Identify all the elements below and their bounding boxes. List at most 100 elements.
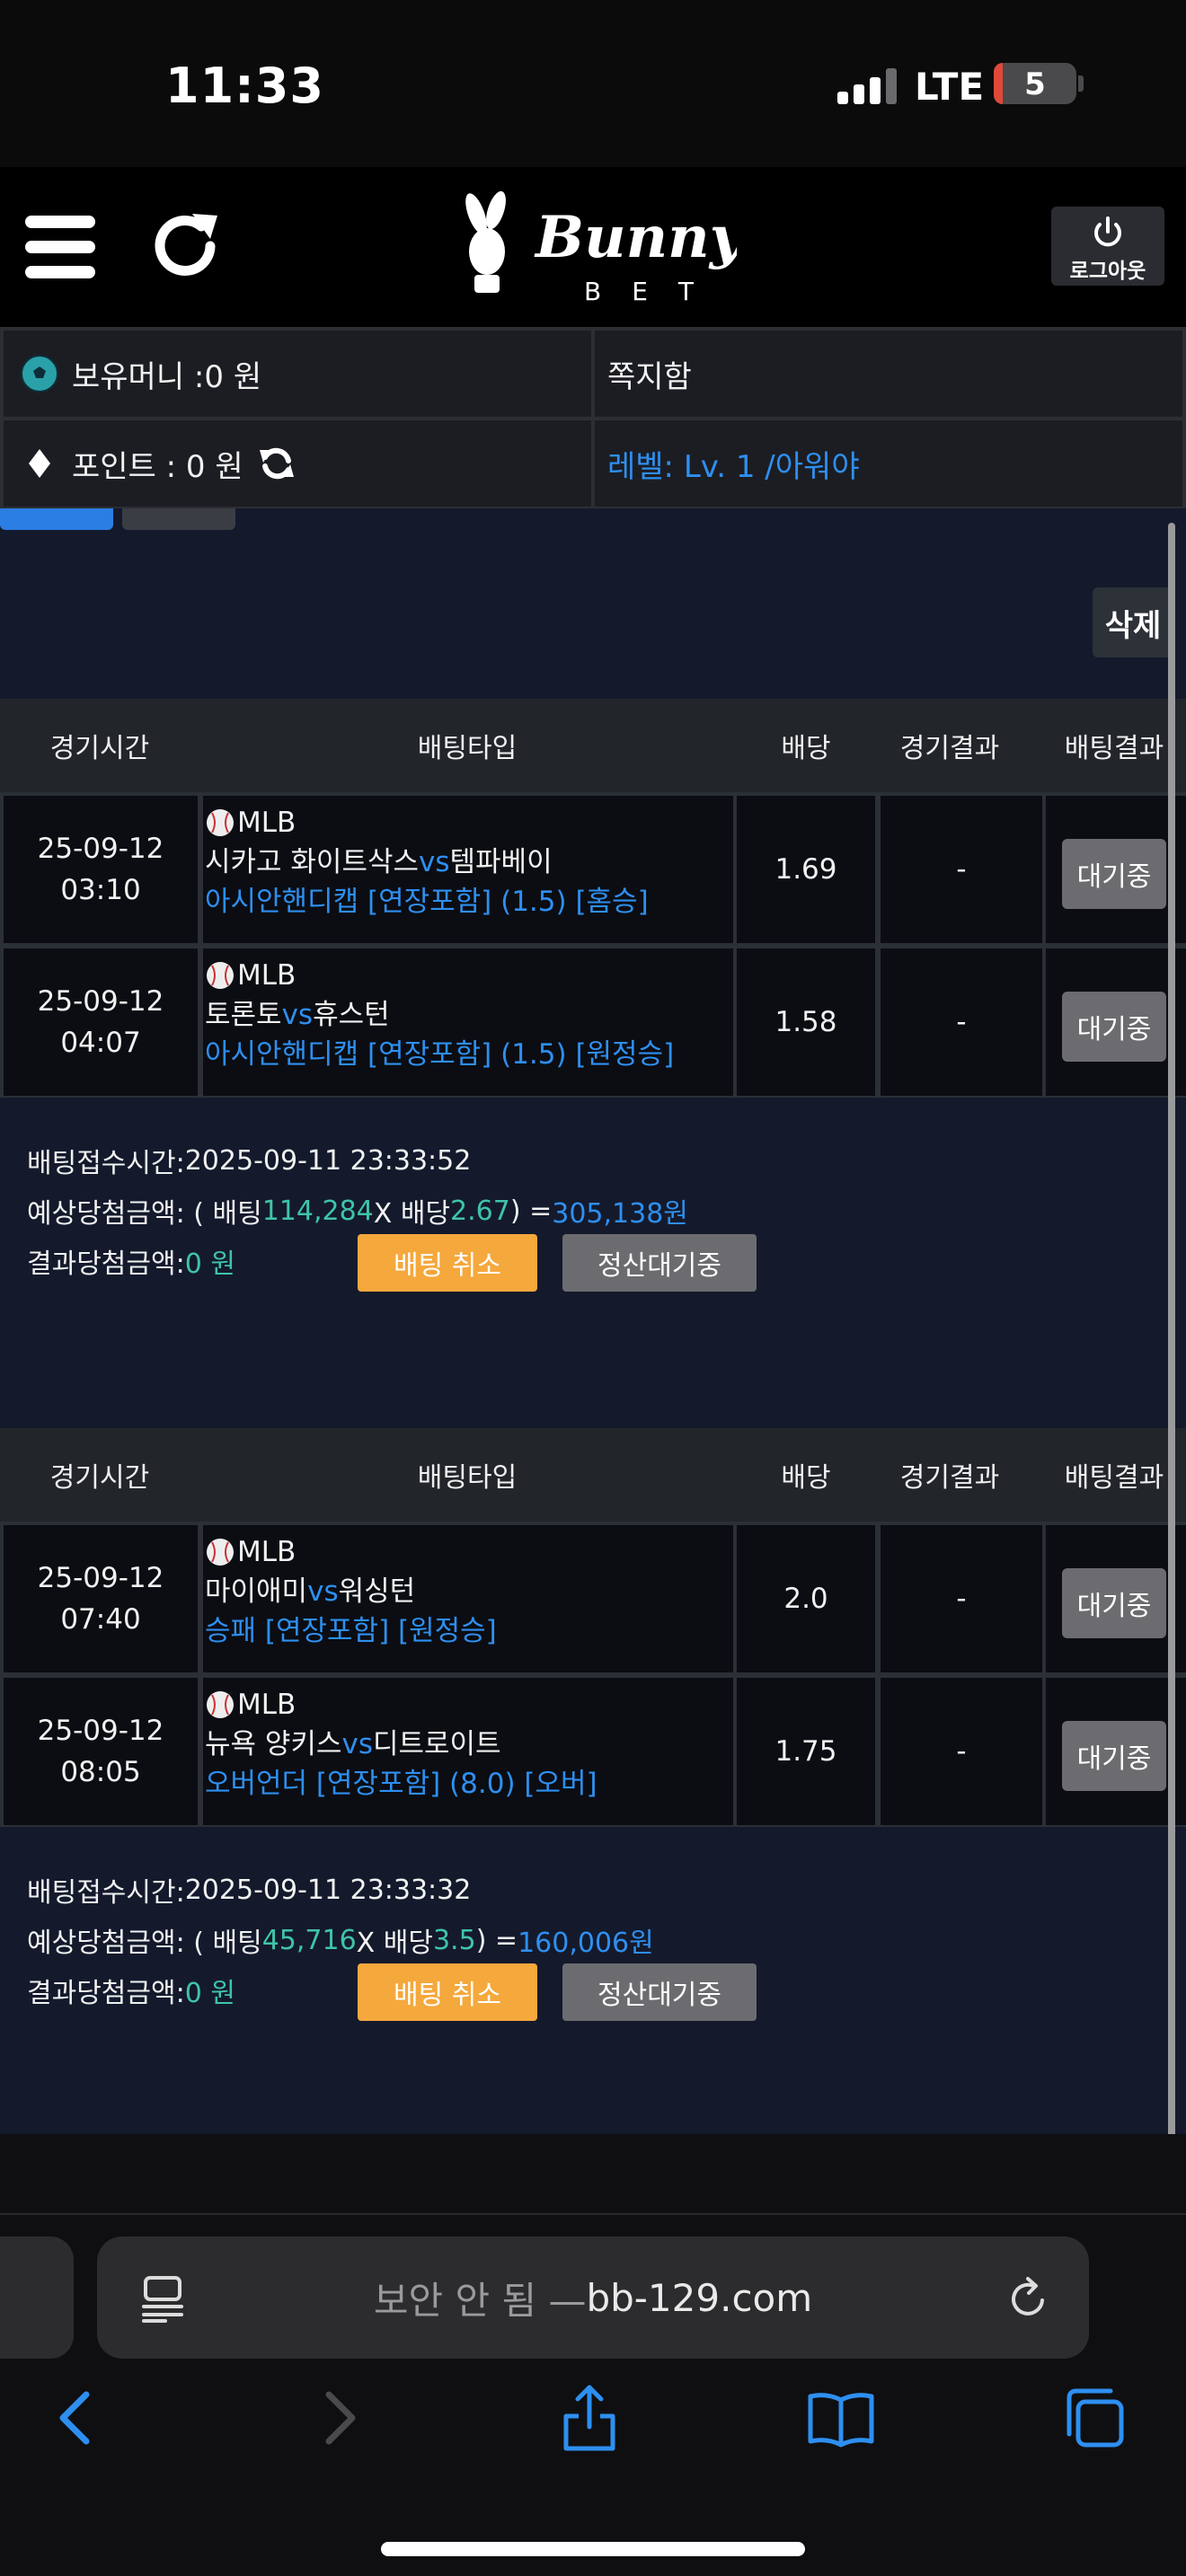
times-label: X 배당 xyxy=(356,1928,433,1959)
home-team: 토론토 xyxy=(205,999,282,1031)
market-label: 오버언더 [연장포함] (8.0) [오버] xyxy=(205,1768,597,1800)
messages-link[interactable]: 쪽지함 xyxy=(607,352,692,396)
baseball-icon xyxy=(207,1691,234,1718)
url-text[interactable]: 보안 안 됨 — bb-129.com xyxy=(97,2236,1089,2359)
site-header: Bunny BET 로그아웃 xyxy=(0,167,1186,327)
expected-label: 예상당첨금액: ( 배팅 xyxy=(27,1198,262,1230)
diamond-icon xyxy=(29,449,50,478)
pending-status-button[interactable]: 대기중 xyxy=(1062,1721,1166,1791)
back-icon[interactable] xyxy=(41,2382,113,2454)
network-type: LTE xyxy=(915,65,985,109)
league-name: MLB xyxy=(237,959,296,992)
col-bet-result: 배팅결과 xyxy=(1064,1462,1164,1494)
expected-payout-line: 예상당첨금액: ( 배팅 114,284 X 배당 2.67 ) = 305,1… xyxy=(27,1186,688,1236)
away-team: 휴스턴 xyxy=(313,999,390,1031)
status-time: 11:33 xyxy=(165,57,324,114)
delete-button[interactable]: 삭제 xyxy=(1093,587,1173,657)
previous-tab-preview[interactable] xyxy=(0,2236,74,2359)
bunny-bet-logo[interactable]: Bunny BET xyxy=(449,187,737,313)
pending-status-button[interactable]: 대기중 xyxy=(1062,839,1166,909)
bet-type-cell: MLB 마이애미vs워싱턴 승패 [연장포함] [원정승] xyxy=(203,1525,733,1672)
col-bet-type: 배팅타입 xyxy=(417,733,518,764)
refresh-icon[interactable] xyxy=(146,207,225,286)
league-name: MLB xyxy=(237,807,296,839)
settlement-pending-button[interactable]: 정산대기중 xyxy=(562,1963,757,2021)
total-odds: 3.5 xyxy=(432,1924,476,1956)
home-team: 뉴욕 양키스 xyxy=(205,1728,342,1760)
messages-cell[interactable]: 쪽지함 xyxy=(595,331,1182,417)
result-amount: 0 원 xyxy=(184,1978,235,2009)
money-cell: 보유머니 :0 원 xyxy=(4,331,591,417)
table-row: 25-09-12 08:05 MLB 뉴욕 양키스vs디트로이트 오버언더 [연… xyxy=(0,1674,1186,1827)
match-result: - xyxy=(881,1525,1042,1672)
vs-label: vs xyxy=(307,1575,339,1608)
tabs-icon[interactable] xyxy=(1058,2382,1130,2454)
result-payout-line: 결과당첨금액: 0 원 xyxy=(27,1236,235,1286)
pending-status-button[interactable]: 대기중 xyxy=(1062,1568,1166,1638)
match-time: 25-09-12 08:05 xyxy=(4,1678,198,1825)
expected-payout-line: 예상당첨금액: ( 배팅 45,716 X 배당 3.5 ) = 160,006… xyxy=(27,1915,654,1965)
bet-type-cell: MLB 시카고 화이트삭스vs템파베이 아시안핸디캡 [연장포함] (1.5) … xyxy=(203,796,733,943)
menu-icon[interactable] xyxy=(25,212,95,282)
expected-payout: 160,006원 xyxy=(518,1928,654,1959)
logout-button[interactable]: 로그아웃 xyxy=(1051,207,1164,286)
baseball-icon xyxy=(207,1539,234,1566)
battery-icon: 5 xyxy=(994,63,1076,104)
vs-label: vs xyxy=(281,999,314,1031)
expected-label: 예상당첨금액: ( 배팅 xyxy=(27,1928,262,1959)
table-header: 경기시간 배팅타입 배당 경기결과 배팅결과 xyxy=(0,1428,1186,1522)
bet-result-cell: 대기중 xyxy=(1046,948,1186,1096)
page-scrollbar[interactable] xyxy=(1168,523,1175,2208)
equals-label: ) = xyxy=(509,1195,553,1227)
col-bet-result: 배팅결과 xyxy=(1064,733,1164,764)
home-indicator[interactable] xyxy=(381,2542,805,2556)
expected-payout: 305,138원 xyxy=(552,1198,688,1230)
total-odds: 2.67 xyxy=(450,1195,510,1227)
result-amount: 0 원 xyxy=(184,1248,235,1280)
odds-value: 1.69 xyxy=(737,796,875,943)
market-label: 승패 [연장포함] [원정승] xyxy=(205,1615,497,1647)
received-label: 배팅접수시간: xyxy=(27,1148,185,1179)
level-cell: 레벨: Lv. 1 /아워야 xyxy=(595,420,1182,507)
table-row: 25-09-12 03:10 MLB 시카고 화이트삭스vs템파베이 아시안핸디… xyxy=(0,792,1186,945)
tab-active[interactable] xyxy=(0,508,113,530)
battery-tip xyxy=(1078,75,1084,92)
ios-status-bar: 11:33 LTE 5 xyxy=(0,0,1186,167)
cellular-signal-icon xyxy=(837,68,897,104)
result-label: 결과당첨금액: xyxy=(27,1978,185,2009)
cancel-bet-button[interactable]: 배팅 취소 xyxy=(358,1963,537,2021)
times-label: X 배당 xyxy=(373,1198,451,1230)
col-match-time: 경기시간 xyxy=(49,733,150,764)
home-team: 시카고 화이트삭스 xyxy=(205,846,420,878)
bet-history-panel: 삭제 경기시간 배팅타입 배당 경기결과 배팅결과 25-09-12 03:10… xyxy=(0,508,1186,2134)
odds-value: 1.58 xyxy=(737,948,875,1096)
market-label: 아시안핸디캡 [연장포함] (1.5) [원정승] xyxy=(205,1038,675,1071)
reload-icon[interactable] xyxy=(1006,2276,1051,2321)
money-balance: 보유머니 :0 원 xyxy=(72,358,262,395)
tab-inactive[interactable] xyxy=(122,508,235,530)
match-date: 25-09-12 xyxy=(37,1562,164,1594)
account-info-grid: 보유머니 :0 원 쪽지함 포인트 : 0 원 레벨: Lv. 1 /아워야 xyxy=(0,327,1186,508)
match-clock: 04:07 xyxy=(60,1027,141,1059)
col-bet-type: 배팅타입 xyxy=(417,1462,518,1494)
share-icon[interactable] xyxy=(553,2382,625,2454)
settlement-pending-button[interactable]: 정산대기중 xyxy=(562,1234,757,1292)
received-time-line: 배팅접수시간: 2025-09-11 23:33:52 xyxy=(27,1135,471,1186)
points-refresh-icon[interactable] xyxy=(256,443,297,484)
match-clock: 03:10 xyxy=(60,874,141,906)
forward-icon[interactable] xyxy=(302,2382,374,2454)
pending-status-button[interactable]: 대기중 xyxy=(1062,992,1166,1062)
match-result: - xyxy=(881,796,1042,943)
result-payout-line: 결과당첨금액: 0 원 xyxy=(27,1965,235,2016)
address-bar[interactable]: 보안 안 됨 — bb-129.com xyxy=(97,2236,1089,2359)
match-time: 25-09-12 04:07 xyxy=(4,948,198,1096)
bookmarks-icon[interactable] xyxy=(805,2382,877,2454)
odds-value: 1.75 xyxy=(737,1678,875,1825)
match-date: 25-09-12 xyxy=(37,1715,164,1747)
cancel-bet-button[interactable]: 배팅 취소 xyxy=(358,1234,537,1292)
stake-amount: 114,284 xyxy=(261,1195,374,1227)
logout-label: 로그아웃 xyxy=(1069,260,1146,283)
table-row: 25-09-12 04:07 MLB 토론토vs휴스턴 아시안핸디캡 [연장포함… xyxy=(0,945,1186,1098)
col-match-result: 경기결과 xyxy=(899,1462,1000,1494)
power-icon xyxy=(1094,216,1121,247)
